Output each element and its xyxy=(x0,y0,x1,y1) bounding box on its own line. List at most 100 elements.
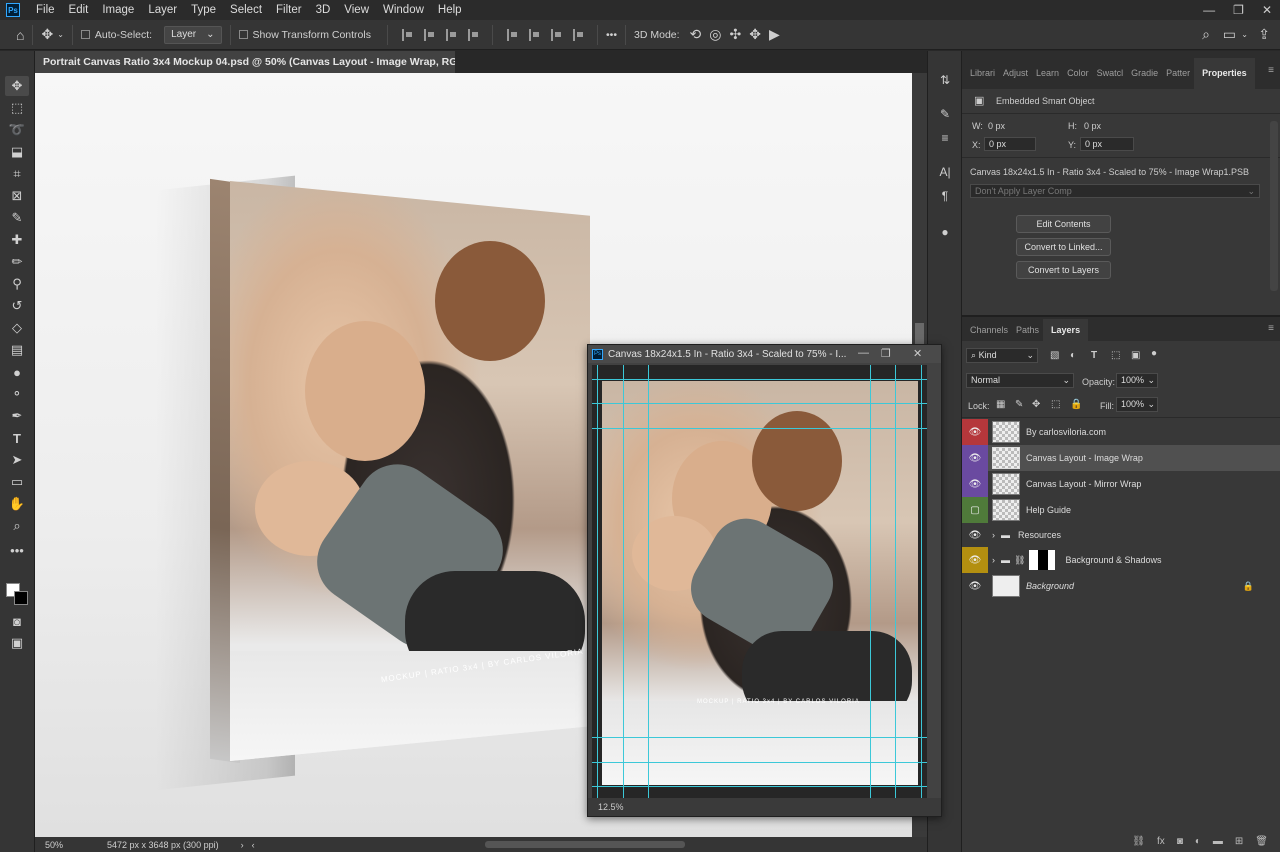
close-window-icon[interactable]: ✕ xyxy=(1262,3,1272,17)
clone-stamp-icon[interactable]: ⚲ xyxy=(5,274,29,294)
move-tool-icon[interactable]: ✥ xyxy=(5,76,29,96)
layer-row[interactable]: 👁 Canvas Layout - Image Wrap xyxy=(962,445,1280,471)
filter-type-icon[interactable]: T xyxy=(1091,350,1097,361)
delete-layer-icon[interactable]: 🗑 xyxy=(1255,836,1268,847)
guide-line[interactable] xyxy=(592,379,927,380)
tab-swatches[interactable]: Swatcl xyxy=(1093,68,1128,89)
layer-name[interactable]: Background & Shadows xyxy=(1065,555,1161,565)
adjustments-icon[interactable]: ≡ xyxy=(936,129,954,147)
menu-layer[interactable]: Layer xyxy=(142,0,185,20)
tab-learn[interactable]: Learn xyxy=(1032,68,1063,89)
menu-view[interactable]: View xyxy=(338,0,377,20)
h-value[interactable]: 0 px xyxy=(1084,121,1101,131)
zoom-level[interactable]: 50% xyxy=(45,840,95,850)
chevron-right-icon[interactable]: › xyxy=(241,840,244,850)
type-tool-icon[interactable]: T xyxy=(5,428,29,448)
fill-field[interactable]: 100% ⌄ xyxy=(1116,397,1158,412)
move-tool-icon[interactable]: ✥ xyxy=(41,24,53,46)
layer-name[interactable]: Resources xyxy=(1018,530,1061,540)
tab-libraries[interactable]: Librari xyxy=(966,68,999,89)
object-select-tool-icon[interactable]: ⬓ xyxy=(5,142,29,162)
w-value[interactable]: 0 px xyxy=(988,121,1005,131)
link-layers-icon[interactable]: ⛓ xyxy=(1132,836,1145,847)
align-top-icon[interactable] xyxy=(506,28,517,41)
guide-line[interactable] xyxy=(648,365,649,800)
layer-group-row[interactable]: 👁 › ▬ Resources xyxy=(962,523,1280,547)
filter-shape-icon[interactable]: ⬚ xyxy=(1111,350,1120,361)
panel-menu-icon[interactable]: ≡ xyxy=(1268,323,1274,334)
convert-to-layers-button[interactable]: Convert to Layers xyxy=(1016,261,1111,279)
align-bottom-icon[interactable] xyxy=(550,28,561,41)
layer-name[interactable]: Canvas Layout - Mirror Wrap xyxy=(1026,479,1141,489)
tab-adjustments[interactable]: Adjust xyxy=(999,68,1032,89)
history-brush-icon[interactable]: ↺ xyxy=(5,296,29,316)
menu-file[interactable]: File xyxy=(30,0,63,20)
opacity-field[interactable]: 100% ⌄ xyxy=(1116,373,1158,388)
lock-position-icon[interactable]: ✥ xyxy=(1032,399,1040,410)
layer-row[interactable]: ▢ Help Guide xyxy=(962,497,1280,523)
more-tools-icon[interactable]: ••• xyxy=(5,540,29,560)
add-mask-icon[interactable]: ◙ xyxy=(1177,836,1183,847)
eyedropper-tool-icon[interactable]: ✎ xyxy=(5,208,29,228)
menu-filter[interactable]: Filter xyxy=(270,0,310,20)
lasso-tool-icon[interactable]: ➰ xyxy=(5,120,29,140)
menu-type[interactable]: Type xyxy=(185,0,224,20)
visibility-eye-icon[interactable]: 👁 xyxy=(962,419,988,445)
y-field[interactable]: 0 px xyxy=(1080,137,1134,151)
menu-3d[interactable]: 3D xyxy=(310,0,339,20)
character-panel-icon[interactable]: A| xyxy=(936,163,954,181)
guide-line[interactable] xyxy=(597,365,598,800)
share-icon[interactable]: ⇪ xyxy=(1258,24,1270,46)
panel-menu-icon[interactable]: ≡ xyxy=(1268,65,1274,76)
align-left-icon[interactable] xyxy=(401,28,412,41)
convert-to-linked-button[interactable]: Convert to Linked... xyxy=(1016,238,1111,256)
3d-panel-icon[interactable]: ● xyxy=(936,223,954,241)
tab-gradients[interactable]: Gradie xyxy=(1127,68,1162,89)
layer-mask-thumbnail[interactable] xyxy=(1029,550,1056,570)
3d-orbit-icon[interactable]: ⟲ xyxy=(690,24,702,46)
filter-toggle-icon[interactable]: ● xyxy=(1151,348,1157,359)
blend-mode-dropdown[interactable]: Normal ⌄ xyxy=(966,373,1074,388)
align-right-icon[interactable] xyxy=(445,28,456,41)
brush-tool-icon[interactable]: ✏ xyxy=(5,252,29,272)
3d-pan-icon[interactable]: ✣ xyxy=(730,24,742,46)
quick-mask-icon[interactable]: ◙ xyxy=(5,611,29,631)
lock-image-icon[interactable]: ✎ xyxy=(1015,399,1023,410)
eraser-tool-icon[interactable]: ◇ xyxy=(5,318,29,338)
crop-tool-icon[interactable]: ⌗ xyxy=(5,164,29,184)
menu-edit[interactable]: Edit xyxy=(63,0,97,20)
kind-filter-dropdown[interactable]: ⌕ Kind ⌄ xyxy=(966,348,1038,363)
filter-adjustment-icon[interactable]: ◐ xyxy=(1070,350,1076,361)
layer-group-row[interactable]: 👁 › ▬ ⛓ Background & Shadows xyxy=(962,547,1280,573)
layer-row[interactable]: 👁 Background 🔒 xyxy=(962,573,1280,599)
adjustment-layer-icon[interactable]: ◐ xyxy=(1195,836,1201,847)
menu-help[interactable]: Help xyxy=(432,0,470,20)
smart-object-title-bar[interactable]: Ps Canvas 18x24x1.5 In - Ratio 3x4 - Sca… xyxy=(588,345,941,363)
screen-mode-icon[interactable]: ▣ xyxy=(5,633,29,653)
paragraph-panel-icon[interactable]: ¶ xyxy=(936,187,954,205)
path-select-icon[interactable]: ➤ xyxy=(5,450,29,470)
layer-name[interactable]: Background xyxy=(1026,581,1074,591)
frame-tool-icon[interactable]: ⊠ xyxy=(5,186,29,206)
pen-tool-icon[interactable]: ✒ xyxy=(5,406,29,426)
restore-icon[interactable]: ❐ xyxy=(881,347,891,360)
align-middle-icon[interactable] xyxy=(528,28,539,41)
new-layer-icon[interactable]: ⊞ xyxy=(1235,836,1243,847)
properties-scrollbar[interactable] xyxy=(1270,121,1278,291)
3d-slide-icon[interactable]: ✥ xyxy=(749,24,761,46)
lock-all-icon[interactable]: 🔒 xyxy=(1070,399,1082,410)
3d-roll-icon[interactable]: ◎ xyxy=(709,24,721,46)
marquee-tool-icon[interactable]: ⬚ xyxy=(5,98,29,118)
menu-image[interactable]: Image xyxy=(96,0,142,20)
workspace-icon[interactable]: ▭ xyxy=(1223,24,1236,46)
align-center-icon[interactable] xyxy=(423,28,434,41)
3d-camera-icon[interactable]: ▶ xyxy=(769,24,780,46)
visibility-eye-icon[interactable]: 👁 xyxy=(962,547,988,573)
lock-artboard-icon[interactable]: ⬚ xyxy=(1051,399,1060,410)
gradient-tool-icon[interactable]: ▤ xyxy=(5,340,29,360)
layer-row[interactable]: 👁 By carlosviloria.com xyxy=(962,419,1280,445)
smart-object-window[interactable]: Ps Canvas 18x24x1.5 In - Ratio 3x4 - Sca… xyxy=(587,344,942,817)
guide-line[interactable] xyxy=(921,365,922,800)
filter-pixel-icon[interactable]: ▧ xyxy=(1050,350,1059,361)
scroll-left-icon[interactable]: ‹ xyxy=(252,840,255,850)
